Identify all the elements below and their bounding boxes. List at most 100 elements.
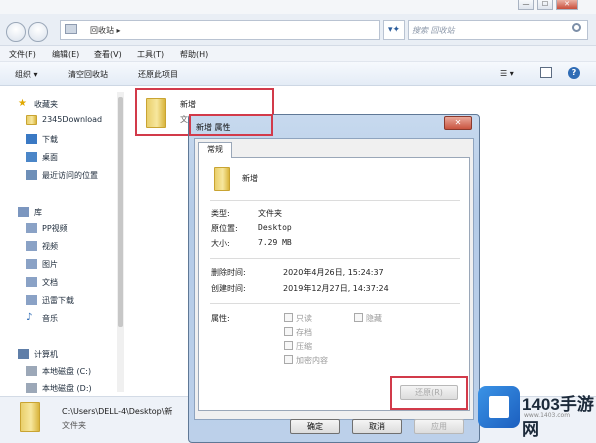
title-bar <box>0 0 596 14</box>
tab-general[interactable]: 常规 <box>198 142 232 158</box>
nav-libraries-label: 库 <box>34 208 42 217</box>
compress-checkbox[interactable] <box>284 341 293 350</box>
help-icon[interactable]: ? <box>568 67 580 79</box>
download-icon <box>26 134 37 144</box>
nav-lib-label: 音乐 <box>42 314 58 323</box>
library-icon <box>18 207 29 217</box>
cancel-button[interactable]: 取消 <box>352 419 402 434</box>
watermark-logo-mark <box>489 396 509 418</box>
preview-pane-icon[interactable] <box>540 67 552 78</box>
nav-drive-label: 本地磁盘 (C:) <box>42 367 92 376</box>
restore-highlight-box <box>390 376 468 410</box>
origin-value: Desktop <box>258 223 292 232</box>
attributes-label: 属性: <box>211 314 230 323</box>
watermark-url: www.1403.com <box>524 412 571 419</box>
minimize-button[interactable]: — <box>518 0 534 10</box>
video-icon <box>26 241 37 251</box>
nav-lib-item[interactable]: 迅雷下载 <box>26 294 118 308</box>
ok-button[interactable]: 确定 <box>290 419 340 434</box>
nav-computer[interactable]: 计算机 <box>18 348 118 362</box>
drive-icon <box>26 383 37 393</box>
empty-recycle-bin-button[interactable]: 清空回收站 <box>68 69 108 80</box>
menu-help[interactable]: 帮助(H) <box>180 49 208 60</box>
type-label: 类型: <box>211 209 230 218</box>
star-icon: ★ <box>18 98 27 109</box>
hidden-label: 隐藏 <box>366 314 382 323</box>
close-window-button[interactable]: ✕ <box>556 0 578 10</box>
documents-icon <box>26 277 37 287</box>
pictures-icon <box>26 259 37 269</box>
menu-bar <box>0 46 596 62</box>
refresh-button[interactable]: ▾✦ <box>383 20 405 40</box>
nav-drive-c[interactable]: 本地磁盘 (C:) <box>26 365 118 379</box>
separator <box>210 200 460 201</box>
search-icon[interactable] <box>572 23 581 32</box>
drive-icon <box>26 366 37 376</box>
organize-button[interactable]: 组织 ▾ <box>15 69 38 80</box>
nav-lib-label: PP视频 <box>42 224 68 233</box>
deleted-label: 删除时间: <box>211 268 246 277</box>
status-type: 文件夹 <box>62 421 86 430</box>
desktop-icon <box>26 152 37 162</box>
nav-fav-label: 2345Download <box>42 115 103 124</box>
nav-drive-label: 本地磁盘 (D:) <box>42 384 92 393</box>
nav-fav-item[interactable]: 桌面 <box>26 151 118 165</box>
nav-fav-item[interactable]: 下载 <box>26 133 118 147</box>
compress-label: 压缩 <box>296 342 312 351</box>
item-name: 新增 <box>242 174 258 183</box>
computer-icon <box>18 349 29 359</box>
nav-lib-label: 文档 <box>42 278 58 287</box>
music-icon: ♪ <box>26 312 33 323</box>
nav-lib-label: 视频 <box>42 242 58 251</box>
nav-lib-item[interactable]: 视频 <box>26 240 118 254</box>
nav-favorites[interactable]: ★ 收藏夹 <box>18 98 118 112</box>
maximize-button[interactable]: ☐ <box>537 0 553 10</box>
size-value: 7.29 MB <box>258 238 292 247</box>
menu-tools[interactable]: 工具(T) <box>137 49 164 60</box>
encrypt-checkbox[interactable] <box>284 355 293 364</box>
menu-file[interactable]: 文件(F) <box>9 49 36 60</box>
nav-libraries[interactable]: 库 <box>18 206 118 220</box>
origin-label: 原位置: <box>211 224 238 233</box>
forward-button[interactable] <box>28 22 48 42</box>
separator <box>210 258 460 259</box>
nav-lib-label: 迅雷下载 <box>42 296 74 305</box>
nav-lib-item[interactable]: ♪ 音乐 <box>26 312 118 326</box>
dialog-close-button[interactable]: ✕ <box>444 116 472 130</box>
recycle-bin-icon <box>65 24 77 34</box>
folder-icon <box>26 115 37 125</box>
status-path: C:\Users\DELL-4\Desktop\新 <box>62 407 173 416</box>
nav-computer-label: 计算机 <box>34 350 58 359</box>
nav-fav-item[interactable]: 最近访问的位置 <box>26 169 118 183</box>
folder-icon <box>20 402 40 432</box>
nav-fav-label: 桌面 <box>42 153 58 162</box>
video-library-icon <box>26 223 37 233</box>
title-highlight-box <box>189 114 273 136</box>
restore-item-button[interactable]: 还原此项目 <box>138 69 178 80</box>
menu-edit[interactable]: 编辑(E) <box>52 49 79 60</box>
nav-scrollbar-thumb[interactable] <box>118 97 123 327</box>
created-value: 2019年12月27日, 14:37:24 <box>283 284 389 293</box>
apply-button[interactable]: 应用 <box>414 419 464 434</box>
nav-lib-item[interactable]: PP视频 <box>26 222 118 236</box>
address-path: 回收站 ▸ <box>90 26 121 35</box>
view-options-button[interactable]: ☰ ▾ <box>500 69 514 78</box>
type-value: 文件夹 <box>258 209 282 218</box>
archive-checkbox[interactable] <box>284 327 293 336</box>
nav-drive-d[interactable]: 本地磁盘 (D:) <box>26 382 118 396</box>
hidden-checkbox[interactable] <box>354 313 363 322</box>
nav-fav-item[interactable]: 2345Download <box>26 114 118 128</box>
back-button[interactable] <box>6 22 26 42</box>
nav-lib-item[interactable]: 图片 <box>26 258 118 272</box>
recent-places-icon <box>26 170 37 180</box>
nav-favorites-label: 收藏夹 <box>34 100 58 109</box>
encrypt-label: 加密内容 <box>296 356 328 365</box>
nav-lib-item[interactable]: 文档 <box>26 276 118 290</box>
nav-fav-label: 最近访问的位置 <box>42 171 98 180</box>
readonly-checkbox[interactable] <box>284 313 293 322</box>
nav-lib-label: 图片 <box>42 260 58 269</box>
archive-label: 存档 <box>296 328 312 337</box>
nav-fav-label: 下载 <box>42 135 58 144</box>
size-label: 大小: <box>211 239 230 248</box>
menu-view[interactable]: 查看(V) <box>94 49 122 60</box>
